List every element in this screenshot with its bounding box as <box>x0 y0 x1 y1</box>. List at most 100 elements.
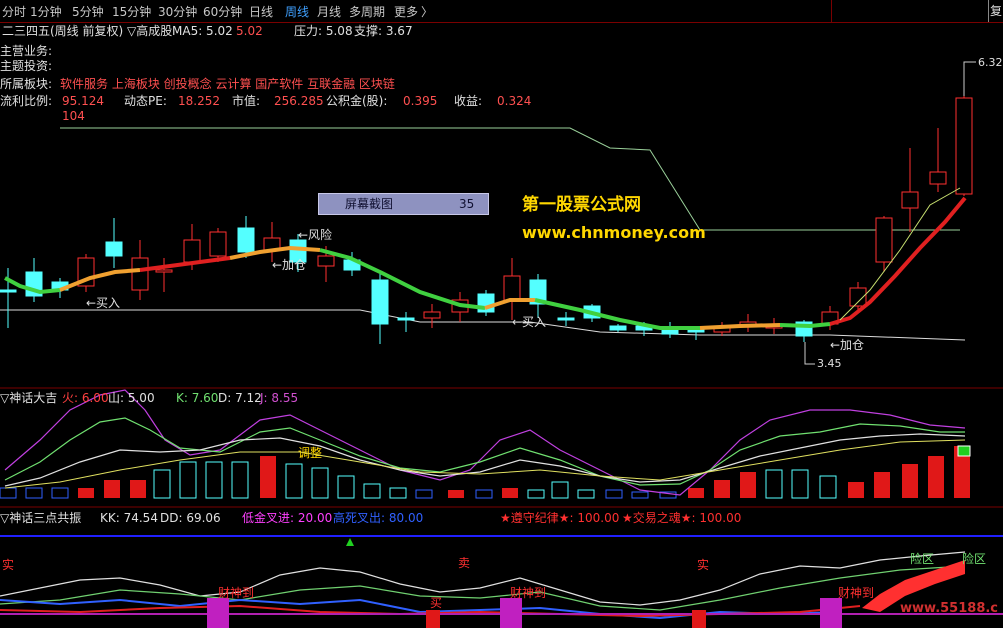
p2-bar <box>415 489 433 499</box>
screenshot-label: 屏幕截图 <box>345 197 394 211</box>
pe-label: 动态PE: <box>124 94 167 108</box>
arrow-down-icon <box>346 538 354 546</box>
ratio-value: 95.124 <box>62 94 104 108</box>
p2-bar <box>475 489 493 499</box>
p2-bar <box>740 472 756 498</box>
extra-value: 104 <box>62 109 85 123</box>
sector-label: 所属板块: <box>0 77 53 91</box>
p2-bar <box>527 489 545 499</box>
p3-discipline: ★遵守纪律★: 100.00 <box>500 511 620 525</box>
p2-j: J: 8.55 <box>260 391 299 405</box>
p2-bar <box>25 487 43 499</box>
p2-bar <box>448 490 464 498</box>
p2-bar <box>285 463 303 499</box>
buy-annotation: ←买入 <box>512 315 547 329</box>
p2-bar <box>765 469 783 499</box>
candle-body <box>131 257 149 291</box>
p3-mark: 卖 <box>458 556 471 570</box>
low-price-label: 3.45 <box>817 357 842 370</box>
candle-body <box>105 241 123 257</box>
high-price-label: 6.32 <box>978 56 1003 69</box>
p3-low-gold: 低金叉进: 20.00 <box>242 511 333 525</box>
mv-value: 256.285 <box>274 94 324 108</box>
ma5-label: MA5: 5.02 <box>172 24 233 38</box>
candle-body <box>875 217 893 263</box>
candle-body <box>687 329 705 333</box>
pe-value: 18.252 <box>178 94 220 108</box>
income-value: 0.324 <box>497 94 532 108</box>
p2-bar <box>874 472 890 498</box>
p2-mountain: 山: 5.00 <box>108 391 155 405</box>
p2-bar <box>231 461 249 499</box>
p2-bar <box>502 488 518 498</box>
p3-mark: 实 <box>2 558 15 572</box>
panel2-bars <box>0 446 970 499</box>
signal-bar <box>500 598 522 628</box>
fund-label: 公积金(股): <box>326 94 388 108</box>
p2-bar <box>551 481 569 499</box>
sector-value: 软件服务 上海板块 创投概念 云计算 国产软件 互联金融 区块链 <box>60 77 395 91</box>
p2-bar <box>130 480 146 498</box>
p3-god-label: 财神到 <box>218 586 255 600</box>
p3-risk-label: 险区 <box>962 552 987 566</box>
p2-bar <box>78 488 94 498</box>
candle-body <box>371 279 389 325</box>
ma-curve-green <box>534 298 700 330</box>
p2-bar <box>260 456 276 498</box>
p2-k: K: 7.60 <box>176 391 219 405</box>
watermark-title: 第一股票公式网 <box>522 195 641 215</box>
theme-label: 主题投资: <box>0 59 53 73</box>
add-annotation: ←加仓 <box>272 258 307 272</box>
signal-bar <box>692 610 706 628</box>
p2-title: ▽神话大吉 <box>0 391 58 405</box>
add-annotation: ←加仓 <box>830 338 865 352</box>
candle-body <box>183 239 201 263</box>
candle-body <box>557 317 575 321</box>
candle-body <box>503 275 521 301</box>
business-label: 主营业务: <box>0 44 53 58</box>
p3-god-label: 财神到 <box>510 586 547 600</box>
p2-bar <box>631 491 649 499</box>
watermark-url: www.chnmoney.com <box>522 223 706 242</box>
p3-white-line <box>0 551 966 606</box>
p3-kk: KK: 74.54 <box>100 511 158 525</box>
p2-bar <box>363 483 381 499</box>
income-label: 收益: <box>454 94 483 108</box>
p2-bar <box>688 488 704 498</box>
p2-bar <box>848 482 864 498</box>
p3-mark: 实 <box>697 558 710 572</box>
p3-high-dead: 高死叉出: 80.00 <box>333 511 424 525</box>
p3-risk-label: 险区 <box>910 552 935 566</box>
p3-soul: ★交易之魂★: 100.00 <box>622 511 742 525</box>
mv-label: 市值: <box>232 94 261 108</box>
low-price-marker <box>804 342 815 365</box>
site-watermark: www.55188.c <box>900 601 999 616</box>
buy-annotation: ←买入 <box>86 296 121 310</box>
p3-god-label: 财神到 <box>838 586 875 600</box>
p2-bar <box>51 487 69 499</box>
chart-title: 二三四五(周线 前复权) ▽高成股 <box>2 24 173 38</box>
candle-body <box>237 227 255 253</box>
risk-annotation: ←风险 <box>298 228 333 242</box>
p2-bar <box>205 461 223 499</box>
p3-dd: DD: 69.06 <box>160 511 221 525</box>
screenshot-value: 35 <box>459 197 475 211</box>
p3-title: ▽神话三点共振 <box>0 511 82 525</box>
candle-body <box>955 97 973 195</box>
pressure-line <box>60 127 960 231</box>
p2-fire: 火: 6.00 <box>62 391 109 405</box>
p2-bar <box>577 489 595 499</box>
fund-value: 0.395 <box>403 94 438 108</box>
candle-body <box>423 311 441 319</box>
ma5-b-value: 5.02 <box>236 24 263 38</box>
candle-body <box>929 171 947 185</box>
screenshot-box[interactable]: 屏幕截图 35 <box>318 193 489 215</box>
p2-bar <box>337 475 355 499</box>
ratio-label: 流利比例: <box>0 94 53 108</box>
p2-d: D: 7.12 <box>218 391 262 405</box>
support-label: 支撑: 3.67 <box>354 24 413 38</box>
candle-body <box>609 325 627 331</box>
p3-buy-label: 买 <box>430 596 443 610</box>
ma-curve-orange <box>59 268 141 292</box>
p2-bar <box>928 456 944 498</box>
